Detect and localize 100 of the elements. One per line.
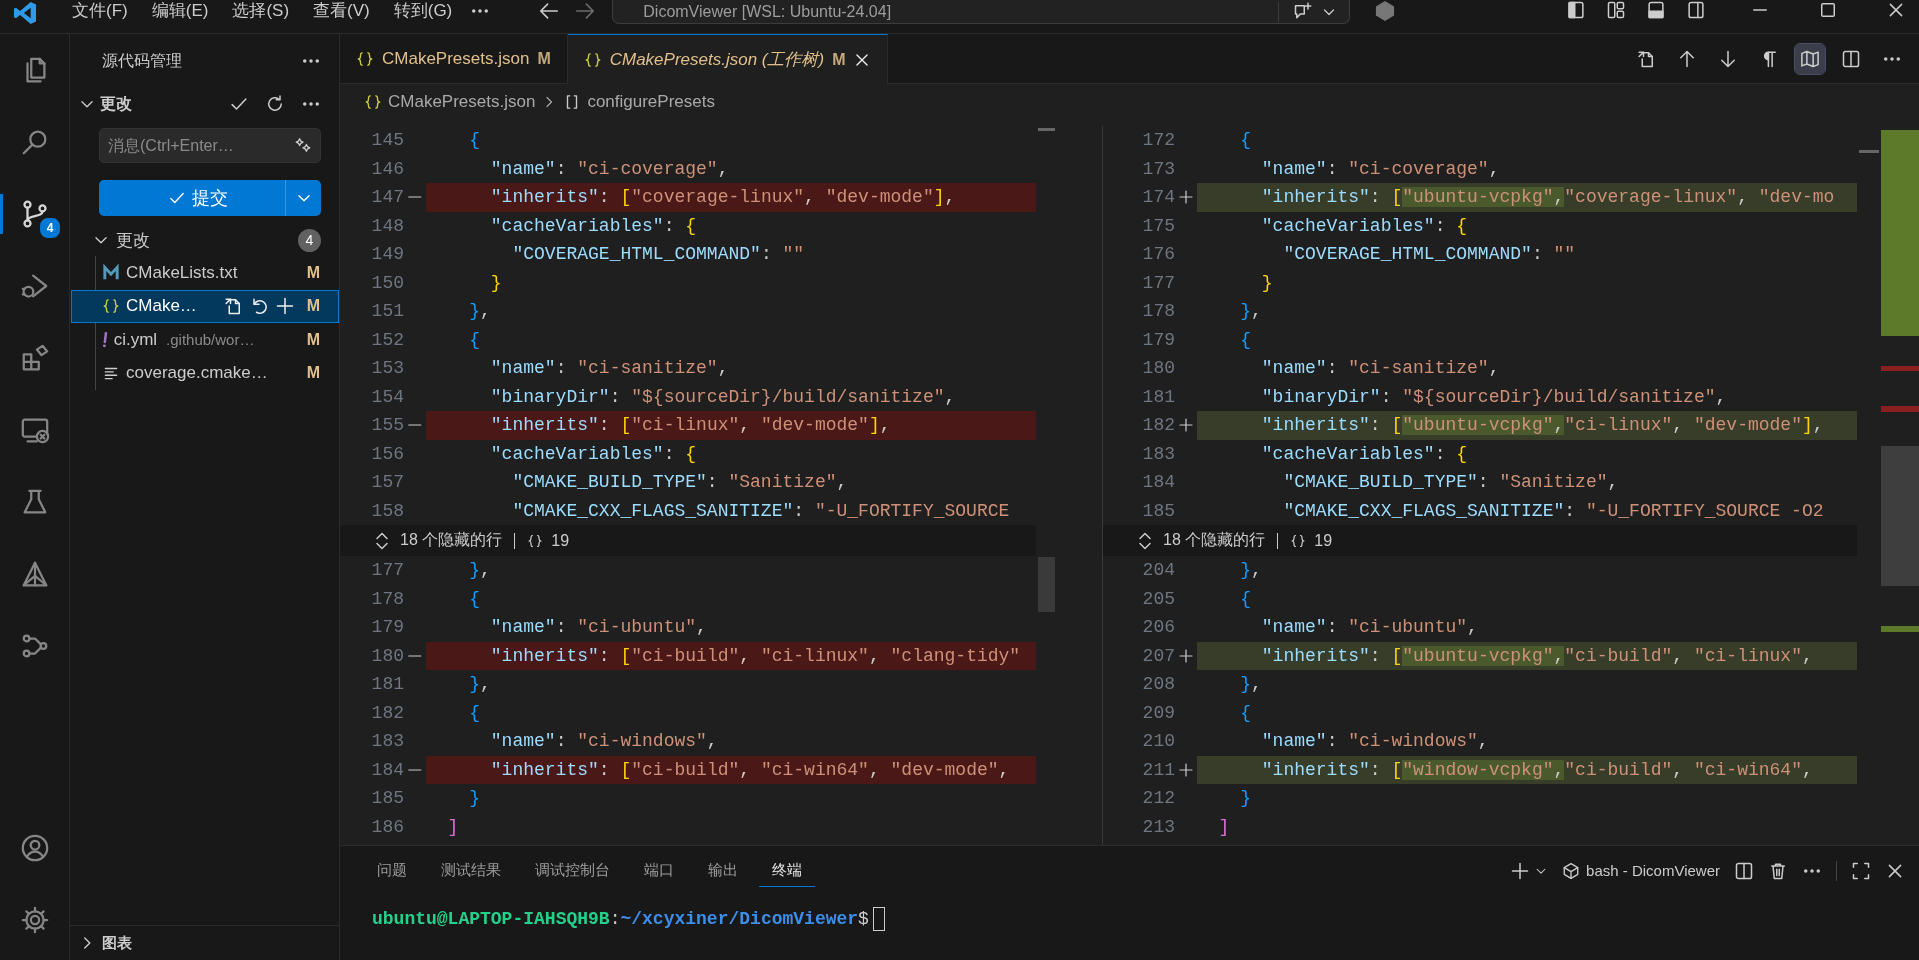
- file-item[interactable]: CMake… M: [71, 289, 339, 323]
- editor-tab[interactable]: CMakePresets.json (工作树) M: [567, 34, 889, 84]
- m-letter-icon: [102, 263, 120, 282]
- line-number: 153: [370, 357, 404, 380]
- code-line: "COVERAGE_HTML_COMMAND": "": [1282, 243, 1577, 266]
- menu-item[interactable]: 编辑(E): [139, 0, 221, 22]
- panel-tab[interactable]: 测试结果: [428, 854, 514, 887]
- file-item[interactable]: CMakeLists.txt M: [71, 256, 339, 290]
- line-number: 145: [370, 129, 404, 152]
- cube-icon[interactable]: [1374, 0, 1397, 22]
- line-number: 174: [1141, 186, 1175, 209]
- line-number: 152: [370, 328, 404, 352]
- refresh-icon[interactable]: [265, 94, 285, 114]
- braces-icon: [364, 93, 382, 111]
- new-terminal-icon[interactable]: [1510, 860, 1531, 881]
- plus-icon[interactable]: [274, 296, 295, 317]
- code-line: "name": "ci-windows",: [1260, 730, 1490, 753]
- forward-arrow-icon[interactable]: [574, 0, 597, 22]
- exclamation-icon: [102, 331, 108, 348]
- code-line: },: [468, 300, 492, 323]
- panel-tab[interactable]: 输出: [695, 854, 751, 887]
- line-number: 204: [1141, 559, 1175, 582]
- hidden-lines-label[interactable]: 18 个隐藏的行: [400, 530, 503, 551]
- code-line: },: [1239, 559, 1263, 582]
- scrollbar-mark: [1038, 128, 1055, 131]
- trash-icon[interactable]: [1768, 860, 1788, 881]
- split-terminal-icon[interactable]: [1734, 860, 1754, 881]
- layout-panel-icon[interactable]: [1646, 0, 1667, 20]
- braces-icon: [583, 50, 602, 69]
- command-center[interactable]: DicomViewer [WSL: Ubuntu-24.04]: [612, 0, 1351, 24]
- layout-grid-icon[interactable]: [1606, 0, 1627, 20]
- commit-message-field[interactable]: 消息(Ctrl+Enter…: [99, 128, 321, 163]
- line-number: 173: [1141, 157, 1175, 181]
- line-number: 206: [1141, 616, 1175, 639]
- plus-icon: [1178, 761, 1194, 778]
- hidden-lines-label[interactable]: 18 个隐藏的行: [1163, 530, 1266, 551]
- breadcrumb-item[interactable]: CMakePresets.json: [388, 92, 536, 112]
- panel-tab[interactable]: 端口: [631, 854, 687, 887]
- panel-tab[interactable]: 调试控制台: [522, 854, 623, 887]
- section-header[interactable]: 更改: [100, 93, 225, 115]
- sidebar-title: 源代码管理: [102, 50, 182, 71]
- code-line: "cacheVariables": {: [1260, 214, 1469, 238]
- code-line: "binaryDir": "${sourceDir}/build/sanitize",: [1260, 385, 1728, 409]
- maximize-panel-icon[interactable]: [1851, 860, 1871, 881]
- line-number: 186: [370, 815, 404, 839]
- code-line: {: [1239, 328, 1253, 352]
- line-number: 184: [370, 758, 404, 782]
- git-status: M: [306, 364, 320, 383]
- file-item[interactable]: ci.yml .github/wor… M: [71, 323, 339, 357]
- minus-icon: [408, 424, 422, 427]
- tab-label: CMakePresets.json: [382, 49, 530, 69]
- code-line: "cacheVariables": {: [489, 214, 698, 238]
- code-line: }: [489, 271, 503, 295]
- line-number: 150: [370, 271, 404, 295]
- section-header[interactable]: 图表: [102, 933, 132, 953]
- file-item[interactable]: coverage.cmake… M: [71, 356, 339, 390]
- menu-item[interactable]: 转到(G): [381, 0, 465, 22]
- layout-secondary-icon[interactable]: [1686, 0, 1707, 20]
- map-icon[interactable]: [1795, 43, 1825, 74]
- file-name: coverage.cmake…: [126, 363, 268, 384]
- line-number: 182: [1141, 414, 1175, 437]
- code-line: {: [468, 129, 482, 152]
- line-number: 208: [1141, 673, 1175, 696]
- line-number: 207: [1141, 644, 1175, 668]
- line-number: 213: [1141, 815, 1175, 839]
- settings-icon[interactable]: [19, 905, 50, 935]
- breadcrumb-item[interactable]: configurePresets: [587, 92, 715, 112]
- code-line: ]: [1217, 815, 1231, 839]
- line-number: 149: [370, 243, 404, 266]
- code-line: "CMAKE_BUILD_TYPE": "Sanitize",: [511, 471, 849, 494]
- plus-icon: [1178, 189, 1194, 206]
- line-number: 176: [1141, 243, 1175, 266]
- menu-item[interactable]: 文件(F): [60, 0, 140, 22]
- terminal-icon: [1562, 861, 1581, 880]
- sparkle-icon[interactable]: [294, 136, 312, 154]
- menu-item[interactable]: 查看(V): [301, 0, 382, 22]
- scrollbar-thumb[interactable]: [1038, 557, 1055, 612]
- panel-tab[interactable]: 终端: [759, 854, 815, 887]
- line-number: 177: [370, 559, 404, 582]
- back-arrow-icon[interactable]: [538, 0, 561, 22]
- line-number: 183: [1141, 442, 1175, 466]
- editor-tab[interactable]: CMakePresets.json M: [340, 34, 568, 83]
- line-number: 172: [1141, 129, 1175, 152]
- terminal-cursor: [872, 907, 885, 931]
- open-file-icon[interactable]: [222, 296, 243, 317]
- commit-button[interactable]: 提交: [99, 180, 285, 216]
- line-number: 210: [1141, 730, 1175, 753]
- code-line: "name": "ci-sanitize",: [1260, 357, 1501, 380]
- terminal-name[interactable]: bash - DicomViewer: [1586, 862, 1720, 879]
- menu-item[interactable]: 选择(S): [220, 0, 302, 22]
- code-line: {: [468, 587, 482, 611]
- layout-sidebar-icon[interactable]: [1566, 0, 1587, 20]
- count-badge: 4: [38, 216, 62, 240]
- account-icon[interactable]: [19, 833, 50, 863]
- line-number: 146: [370, 157, 404, 181]
- code-line: "name": "ci-coverage",: [1260, 157, 1501, 181]
- panel-tab[interactable]: 问题: [364, 854, 420, 887]
- braces-icon: [102, 297, 120, 316]
- file-name: ci.yml: [113, 329, 158, 350]
- group-label[interactable]: 更改: [116, 230, 150, 250]
